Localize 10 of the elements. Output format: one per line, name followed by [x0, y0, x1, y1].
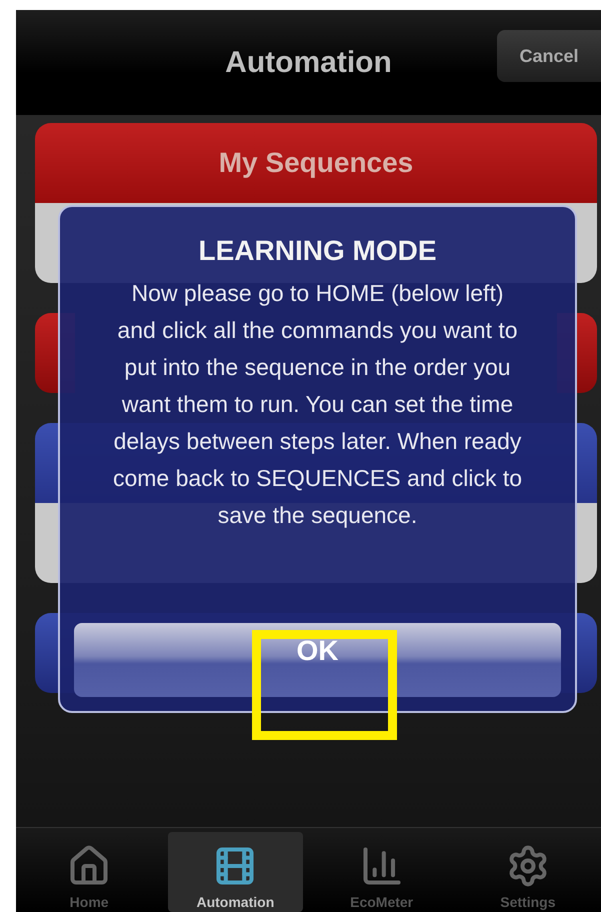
section-header[interactable]: My Sequences	[35, 123, 597, 203]
dialog-message: Now please go to HOME (below left) and click all the commands you want to put into the sequence in the order you want them to run. You can set the time delays between steps later. When ready come back to SEQUENCES and click to save the sequence.	[112, 279, 524, 530]
dialog-title: LEARNING MODE	[198, 235, 436, 267]
cancel-button[interactable]: Cancel	[497, 30, 601, 82]
tab[interactable]: Home	[22, 832, 156, 912]
tab[interactable]: EcoMeter	[314, 832, 449, 912]
screen-title: Automation	[225, 46, 392, 80]
ok-button[interactable]: OK	[74, 623, 561, 697]
tab[interactable]: Settings	[460, 832, 595, 912]
tab[interactable]: Automation	[168, 832, 302, 912]
